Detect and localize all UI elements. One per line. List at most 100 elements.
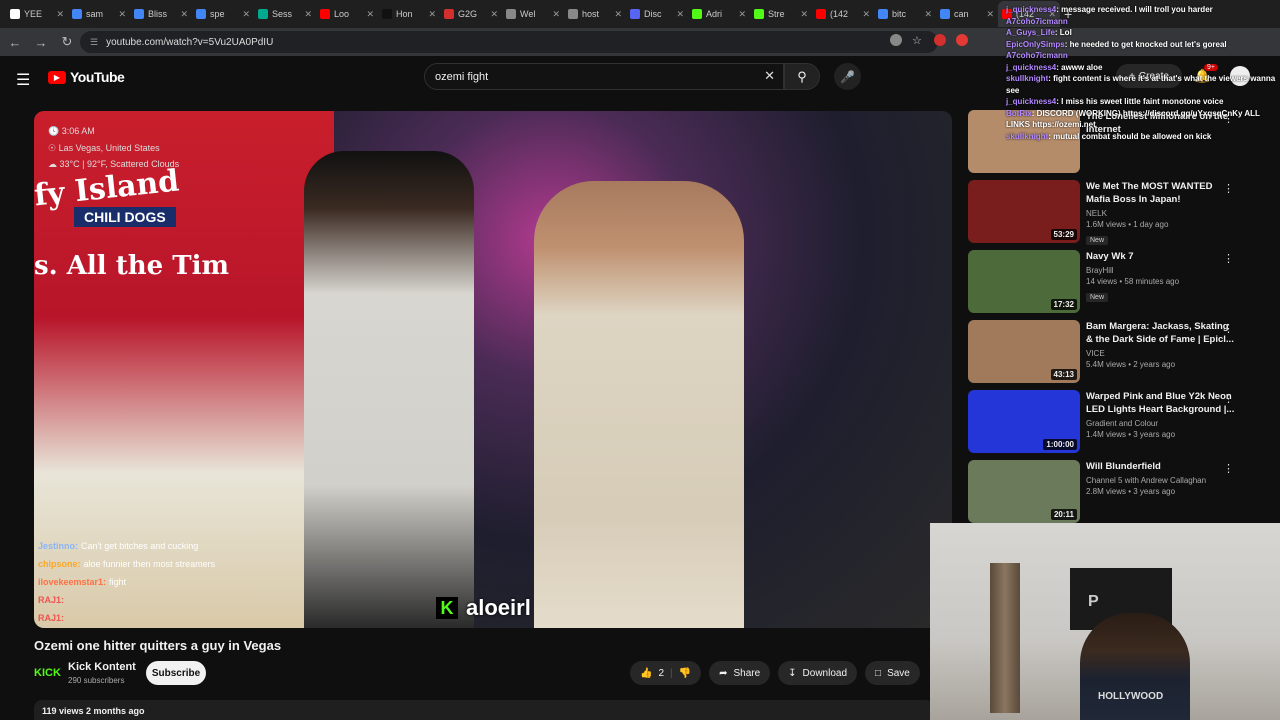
share-button[interactable]: ➦ Share [709, 661, 771, 685]
browser-tab[interactable]: spe ✕ [192, 1, 254, 27]
chat-message: RAJ1: [38, 609, 215, 627]
video-title[interactable]: Navy Wk 7 [1086, 250, 1236, 263]
browser-tab[interactable]: Stre ✕ [750, 1, 812, 27]
tab-close-icon[interactable]: ✕ [180, 9, 188, 20]
video-thumbnail[interactable]: 17:32 [968, 250, 1080, 313]
site-info-icon[interactable]: ☰ [90, 37, 98, 48]
browser-tab[interactable]: Sess ✕ [254, 1, 316, 27]
overlay-chat-text: : DISCORD (WORKING) https://discord.gg/u… [1006, 108, 1260, 130]
webcam-person [1080, 613, 1190, 720]
tab-close-icon[interactable]: ✕ [118, 9, 126, 20]
like-button[interactable]: 👍 2 | 👎 [630, 661, 702, 685]
more-options-icon[interactable]: ⋮ [1223, 462, 1234, 475]
browser-tab[interactable]: G2G ✕ [440, 1, 502, 27]
channel-name[interactable]: Channel 5 with Andrew Callaghan [1086, 476, 1236, 485]
hamburger-menu-icon[interactable]: ☰ [16, 70, 30, 90]
channel-name[interactable]: BrayHill [1086, 266, 1236, 275]
channel-name[interactable]: NELK [1086, 209, 1236, 218]
location-text: ☉ Las Vegas, United States [48, 142, 160, 153]
voice-search-button[interactable]: 🎤 [834, 63, 861, 90]
browser-tab[interactable]: Wel ✕ [502, 1, 564, 27]
search-icon: ⚲ [797, 68, 807, 84]
tab-label: Disc [644, 9, 662, 19]
install-icon[interactable] [890, 34, 902, 46]
channel-name[interactable]: VICE [1086, 349, 1236, 358]
thumbs-down-icon[interactable]: 👎 [679, 668, 691, 679]
more-options-icon[interactable]: ⋮ [1223, 252, 1234, 265]
bookmark-star-icon[interactable]: ☆ [912, 34, 924, 47]
video-title[interactable]: We Met The MOST WANTED Mafia Boss In Jap… [1086, 180, 1236, 206]
overlay-chat-message: A7coho7icmann [1006, 16, 1280, 28]
tab-close-icon[interactable]: ✕ [366, 9, 374, 20]
youtube-logo[interactable]: ▶ YouTube [48, 69, 125, 85]
video-player[interactable]: fy Island CHILI DOGS s. All the Tim 🕓 3:… [34, 111, 952, 628]
video-stats: 14 views • 58 minutes ago [1086, 277, 1180, 286]
description-box[interactable]: 119 views 2 months ago [34, 700, 934, 720]
video-title[interactable]: Warped Pink and Blue Y2k Neon LED Lights… [1086, 390, 1236, 416]
browser-tab[interactable]: (142 ✕ [812, 1, 874, 27]
recommended-video[interactable]: 1:00:00 Warped Pink and Blue Y2k Neon LED… [968, 390, 1248, 453]
tab-close-icon[interactable]: ✕ [304, 9, 312, 20]
tab-close-icon[interactable]: ✕ [924, 9, 932, 20]
overlay-chat-message: j_quickness4: I miss his sweet little fa… [1006, 96, 1280, 108]
browser-tab[interactable]: YEE ✕ [6, 1, 68, 27]
recommended-video[interactable]: 43:13 Bam Margera: Jackass, Skating & the… [968, 320, 1248, 383]
more-options-icon[interactable]: ⋮ [1223, 322, 1234, 335]
browser-tab[interactable]: host ✕ [564, 1, 626, 27]
browser-tab[interactable]: Hon ✕ [378, 1, 440, 27]
tab-close-icon[interactable]: ✕ [614, 9, 622, 20]
recommended-video[interactable]: 17:32 Navy Wk 7 BrayHill 14 views • 58 minu… [968, 250, 1248, 313]
download-button[interactable]: ↧ Download [778, 661, 858, 685]
share-icon: ➦ [719, 667, 728, 679]
video-thumbnail[interactable]: 43:13 [968, 320, 1080, 383]
reload-icon[interactable]: ↻ [56, 34, 78, 50]
tab-close-icon[interactable]: ✕ [56, 9, 64, 20]
url-bar[interactable]: ☰ youtube.com/watch?v=5Vu2UA0PdIU [80, 31, 938, 53]
recommended-video[interactable]: 53:29 We Met The MOST WANTED Mafia Boss I… [968, 180, 1248, 247]
overlay-chat-message: skullknight: fight content is where it's… [1006, 73, 1280, 96]
overlay-chat-username: j_quickness4 [1006, 62, 1057, 72]
subscribe-button[interactable]: Subscribe [146, 661, 206, 685]
extension-icon[interactable] [934, 34, 946, 46]
extension-icon[interactable] [956, 34, 968, 46]
tab-close-icon[interactable]: ✕ [800, 9, 808, 20]
save-button[interactable]: □ Save [865, 661, 920, 685]
browser-tab[interactable]: bitc ✕ [874, 1, 936, 27]
video-thumbnail[interactable]: 1:00:00 [968, 390, 1080, 453]
browser-tab[interactable]: Loo ✕ [316, 1, 378, 27]
more-options-icon[interactable]: ⋮ [1223, 392, 1234, 405]
channel-avatar[interactable]: KICK [34, 664, 61, 682]
browser-tab[interactable]: Adri ✕ [688, 1, 750, 27]
video-thumbnail[interactable]: 20:11 [968, 460, 1080, 523]
search-input[interactable]: ozemi fight ✕ [424, 63, 784, 90]
tab-close-icon[interactable]: ✕ [490, 9, 498, 20]
tab-close-icon[interactable]: ✕ [676, 9, 684, 20]
channel-name[interactable]: Kick Kontent [68, 661, 136, 673]
browser-tab[interactable]: Bliss ✕ [130, 1, 192, 27]
chat-username: Jestinno: [38, 541, 79, 551]
channel-name[interactable]: Gradient and Colour [1086, 419, 1236, 428]
tab-close-icon[interactable]: ✕ [428, 9, 436, 20]
browser-tab[interactable]: Disc ✕ [626, 1, 688, 27]
tab-close-icon[interactable]: ✕ [862, 9, 870, 20]
forward-icon[interactable]: → [30, 35, 52, 50]
tab-close-icon[interactable]: ✕ [552, 9, 560, 20]
tab-label: Bliss [148, 9, 168, 19]
browser-tab[interactable]: sam ✕ [68, 1, 130, 27]
clear-search-icon[interactable]: ✕ [764, 68, 775, 84]
more-options-icon[interactable]: ⋮ [1223, 182, 1234, 195]
tab-close-icon[interactable]: ✕ [738, 9, 746, 20]
duration-badge: 43:13 [1050, 369, 1077, 380]
tab-close-icon[interactable]: ✕ [242, 9, 250, 20]
browser-tab[interactable]: can ✕ [936, 1, 998, 27]
video-title[interactable]: Will Blunderfield [1086, 460, 1236, 473]
overlay-chat-message: j_quickness4: awww aloe [1006, 62, 1280, 74]
overlay-chat-message: EpicOnlySimps: he needed to get knocked … [1006, 39, 1280, 51]
overlay-chat-text: : awww aloe [1056, 62, 1103, 72]
video-title[interactable]: Bam Margera: Jackass, Skating & the Dark… [1086, 320, 1236, 346]
search-button[interactable]: ⚲ [784, 63, 820, 90]
recommended-video[interactable]: 20:11 Will Blunderfield Channel 5 with And… [968, 460, 1248, 523]
video-thumbnail[interactable]: 53:29 [968, 180, 1080, 243]
tab-close-icon[interactable]: ✕ [986, 9, 994, 20]
back-icon[interactable]: ← [4, 35, 26, 50]
